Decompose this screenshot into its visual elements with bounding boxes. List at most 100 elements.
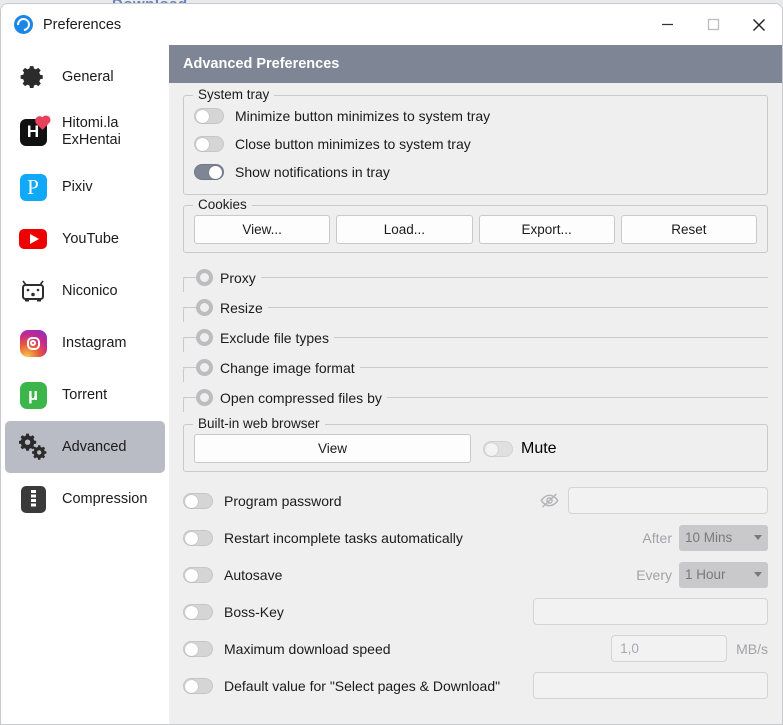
niconico-icon — [18, 276, 48, 306]
group-change-image-format[interactable]: Change image format — [183, 353, 768, 382]
max-download-speed-label: Maximum download speed — [224, 641, 391, 657]
change-image-format-label: Change image format — [213, 360, 360, 376]
sidebar-item-youtube[interactable]: YouTube — [5, 213, 165, 265]
browser-mute-toggle[interactable] — [483, 441, 513, 457]
app-logo-icon — [14, 15, 33, 34]
resize-checkbox[interactable] — [196, 299, 213, 316]
close-button[interactable] — [736, 4, 782, 45]
chevron-down-icon — [754, 572, 762, 577]
minimize-icon — [661, 18, 674, 31]
sidebar-item-label: Instagram — [62, 335, 126, 352]
minimize-to-tray-toggle[interactable] — [194, 108, 224, 124]
sidebar-item-advanced[interactable]: Advanced — [5, 421, 165, 473]
option-restart-tasks[interactable]: Restart incomplete tasks automatically A… — [183, 519, 768, 556]
cookies-group: Cookies View... Load... Export... Reset — [183, 205, 768, 253]
group-resize[interactable]: Resize — [183, 293, 768, 322]
option-show-notifications[interactable]: Show notifications in tray — [194, 158, 757, 186]
cookies-load-button[interactable]: Load... — [336, 215, 472, 244]
open-compressed-files-label: Open compressed files by — [213, 390, 387, 406]
maximize-icon — [707, 18, 720, 31]
sidebar-item-pixiv[interactable]: P Pixiv — [5, 161, 165, 213]
sidebar-item-label: Pixiv — [62, 179, 93, 196]
chevron-down-icon — [754, 535, 762, 540]
hitomi-line2: ExHentai — [62, 132, 121, 148]
browser-mute-label: Mute — [521, 440, 557, 458]
group-exclude-file-types[interactable]: Exclude file types — [183, 323, 768, 352]
restart-tasks-select-value: 10 Mins — [685, 530, 732, 545]
max-download-speed-input[interactable] — [611, 635, 727, 662]
restart-tasks-label: Restart incomplete tasks automatically — [224, 530, 463, 546]
preferences-panel: System tray Minimize button minimizes to… — [169, 83, 782, 704]
cookies-button-row: View... Load... Export... Reset — [194, 215, 757, 244]
restart-tasks-toggle[interactable] — [183, 530, 213, 546]
minimize-button[interactable] — [644, 4, 690, 45]
sidebar-item-compression[interactable]: Compression — [5, 473, 165, 525]
boss-key-label: Boss-Key — [224, 604, 284, 620]
builtin-browser-group: Built-in web browser View Mute — [183, 424, 768, 472]
sidebar-item-torrent[interactable]: µ Torrent — [5, 369, 165, 421]
torrent-icon: µ — [18, 380, 48, 410]
maximize-button[interactable] — [690, 4, 736, 45]
builtin-browser-row: View Mute — [194, 434, 757, 463]
program-password-toggle[interactable] — [183, 493, 213, 509]
sidebar-item-label: Hitomi.la ExHentai — [62, 115, 121, 148]
max-download-speed-unit: MB/s — [736, 641, 768, 657]
option-program-password[interactable]: Program password — [183, 482, 768, 519]
default-select-pages-input[interactable] — [533, 672, 768, 699]
open-compressed-files-checkbox[interactable] — [196, 389, 213, 406]
minimize-to-tray-label: Minimize button minimizes to system tray — [235, 108, 490, 124]
boss-key-input[interactable] — [533, 598, 768, 625]
autosave-toggle[interactable] — [183, 567, 213, 583]
cookies-view-button[interactable]: View... — [194, 215, 330, 244]
sidebar-item-instagram[interactable]: Instagram — [5, 317, 165, 369]
exclude-file-types-label: Exclude file types — [213, 330, 334, 346]
autosave-select[interactable]: 1 Hour — [679, 562, 768, 588]
cookies-reset-button[interactable]: Reset — [621, 215, 757, 244]
option-minimize-to-tray[interactable]: Minimize button minimizes to system tray — [194, 102, 757, 130]
hitomi-line1: Hitomi.la — [62, 115, 118, 131]
page-title: Advanced Preferences — [169, 45, 782, 83]
instagram-icon — [18, 328, 48, 358]
sidebar-item-niconico[interactable]: Niconico — [5, 265, 165, 317]
title-bar: Preferences — [1, 4, 782, 45]
group-open-compressed-files[interactable]: Open compressed files by — [183, 383, 768, 412]
program-password-label: Program password — [224, 493, 342, 509]
show-notifications-toggle[interactable] — [194, 164, 224, 180]
system-tray-group: System tray Minimize button minimizes to… — [183, 95, 768, 195]
proxy-checkbox[interactable] — [196, 269, 213, 286]
sidebar-item-general[interactable]: General — [5, 51, 165, 103]
sidebar-nav: General H Hitomi.la ExHentai P Pixiv — [1, 45, 169, 725]
gears-icon — [18, 432, 48, 462]
autosave-select-value: 1 Hour — [685, 567, 726, 582]
exclude-file-types-checkbox[interactable] — [196, 329, 213, 346]
sidebar-item-label: Advanced — [62, 439, 127, 456]
autosave-sublabel: Every — [636, 567, 672, 583]
sidebar-item-label: Torrent — [62, 387, 107, 404]
gear-icon — [18, 62, 48, 92]
program-password-input[interactable] — [568, 487, 768, 514]
change-image-format-checkbox[interactable] — [196, 359, 213, 376]
desktop-background: Download Preferences — [0, 0, 783, 725]
restart-tasks-select[interactable]: 10 Mins — [679, 525, 768, 551]
group-proxy[interactable]: Proxy — [183, 263, 768, 292]
option-max-download-speed[interactable]: Maximum download speed MB/s — [183, 630, 768, 667]
youtube-icon — [18, 224, 48, 254]
restart-tasks-sublabel: After — [642, 530, 672, 546]
option-close-to-tray[interactable]: Close button minimizes to system tray — [194, 130, 757, 158]
option-default-select-pages[interactable]: Default value for "Select pages & Downlo… — [183, 667, 768, 704]
cookies-export-button[interactable]: Export... — [479, 215, 615, 244]
show-notifications-label: Show notifications in tray — [235, 164, 390, 180]
max-download-speed-toggle[interactable] — [183, 641, 213, 657]
browser-view-button[interactable]: View — [194, 434, 471, 463]
resize-label: Resize — [213, 300, 268, 316]
option-autosave[interactable]: Autosave Every 1 Hour — [183, 556, 768, 593]
eye-slash-icon[interactable] — [540, 492, 559, 509]
sidebar-item-hitomi[interactable]: H Hitomi.la ExHentai — [5, 103, 165, 161]
close-to-tray-toggle[interactable] — [194, 136, 224, 152]
sidebar-item-label: General — [62, 69, 114, 86]
option-boss-key[interactable]: Boss-Key — [183, 593, 768, 630]
default-select-pages-toggle[interactable] — [183, 678, 213, 694]
sidebar-item-label: Compression — [62, 491, 147, 508]
cookies-group-title: Cookies — [193, 197, 252, 212]
boss-key-toggle[interactable] — [183, 604, 213, 620]
